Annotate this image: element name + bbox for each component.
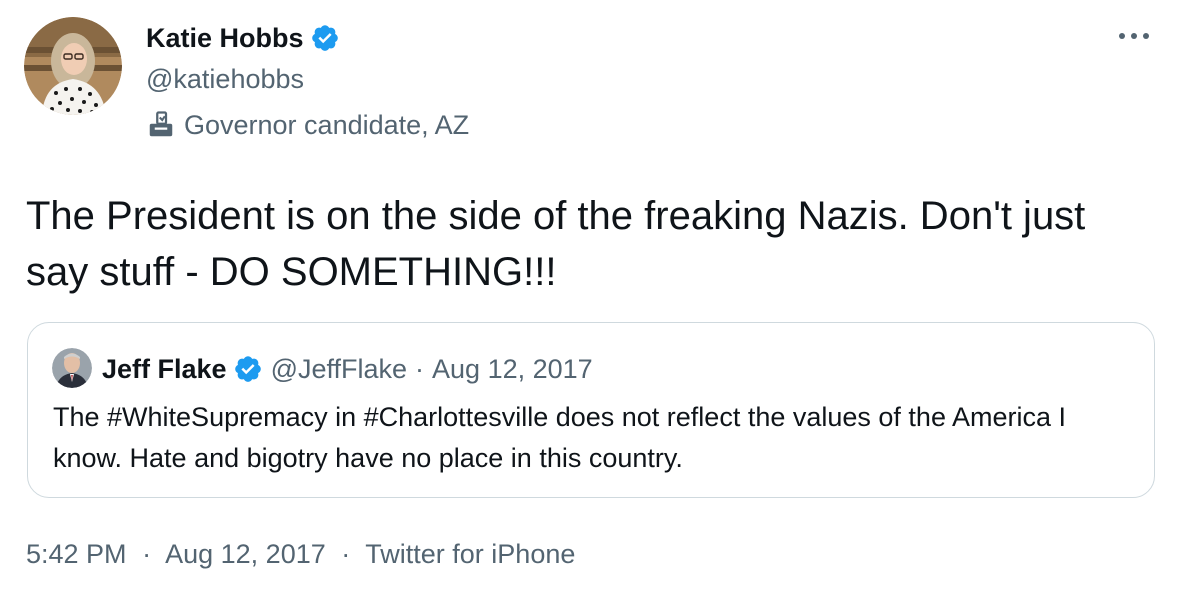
more-options-button[interactable] (1114, 24, 1154, 48)
verified-badge-icon (234, 356, 261, 382)
more-dots-icon (1119, 33, 1149, 39)
author-name-row[interactable]: Katie Hobbs (146, 21, 340, 55)
quoted-author-avatar-image (52, 348, 92, 388)
quoted-separator: · (415, 354, 425, 384)
tweet-timestamp-row: 5:42 PM · Aug 12, 2017 · Twitter for iPh… (26, 537, 575, 571)
author-display-name[interactable]: Katie Hobbs (146, 21, 304, 55)
quoted-handle[interactable]: @JeffFlake (271, 352, 407, 386)
tweet-time[interactable]: 5:42 PM (26, 539, 127, 569)
tweet-card: Katie Hobbs @katiehobbs Governor candida… (0, 0, 1180, 596)
author-handle[interactable]: @katiehobbs (146, 62, 304, 96)
author-avatar-image (24, 17, 122, 115)
account-label: Governor candidate, AZ (146, 108, 469, 142)
quoted-date[interactable]: Aug 12, 2017 (432, 352, 593, 386)
quoted-author-avatar (52, 348, 92, 388)
quoted-tweet-text: The #WhiteSupremacy in #Charlottesville … (53, 402, 1067, 473)
quoted-tweet-card[interactable]: Jeff Flake @JeffFlake · Aug 12, 2017 The… (27, 322, 1155, 498)
tweet-date[interactable]: Aug 12, 2017 (165, 539, 326, 569)
tweet-text: The President is on the side of the frea… (26, 194, 1086, 294)
ballot-box-icon (149, 111, 173, 137)
author-avatar[interactable] (24, 17, 122, 115)
verified-badge-icon (311, 25, 338, 51)
account-label-text: Governor candidate, AZ (184, 110, 470, 140)
quoted-tweet-header: Jeff Flake @JeffFlake · Aug 12, 2017 (102, 352, 593, 386)
tweet-source[interactable]: Twitter for iPhone (365, 539, 575, 569)
quoted-display-name[interactable]: Jeff Flake (102, 352, 227, 386)
footer-separator: · (142, 539, 152, 569)
footer-separator: · (341, 539, 351, 569)
